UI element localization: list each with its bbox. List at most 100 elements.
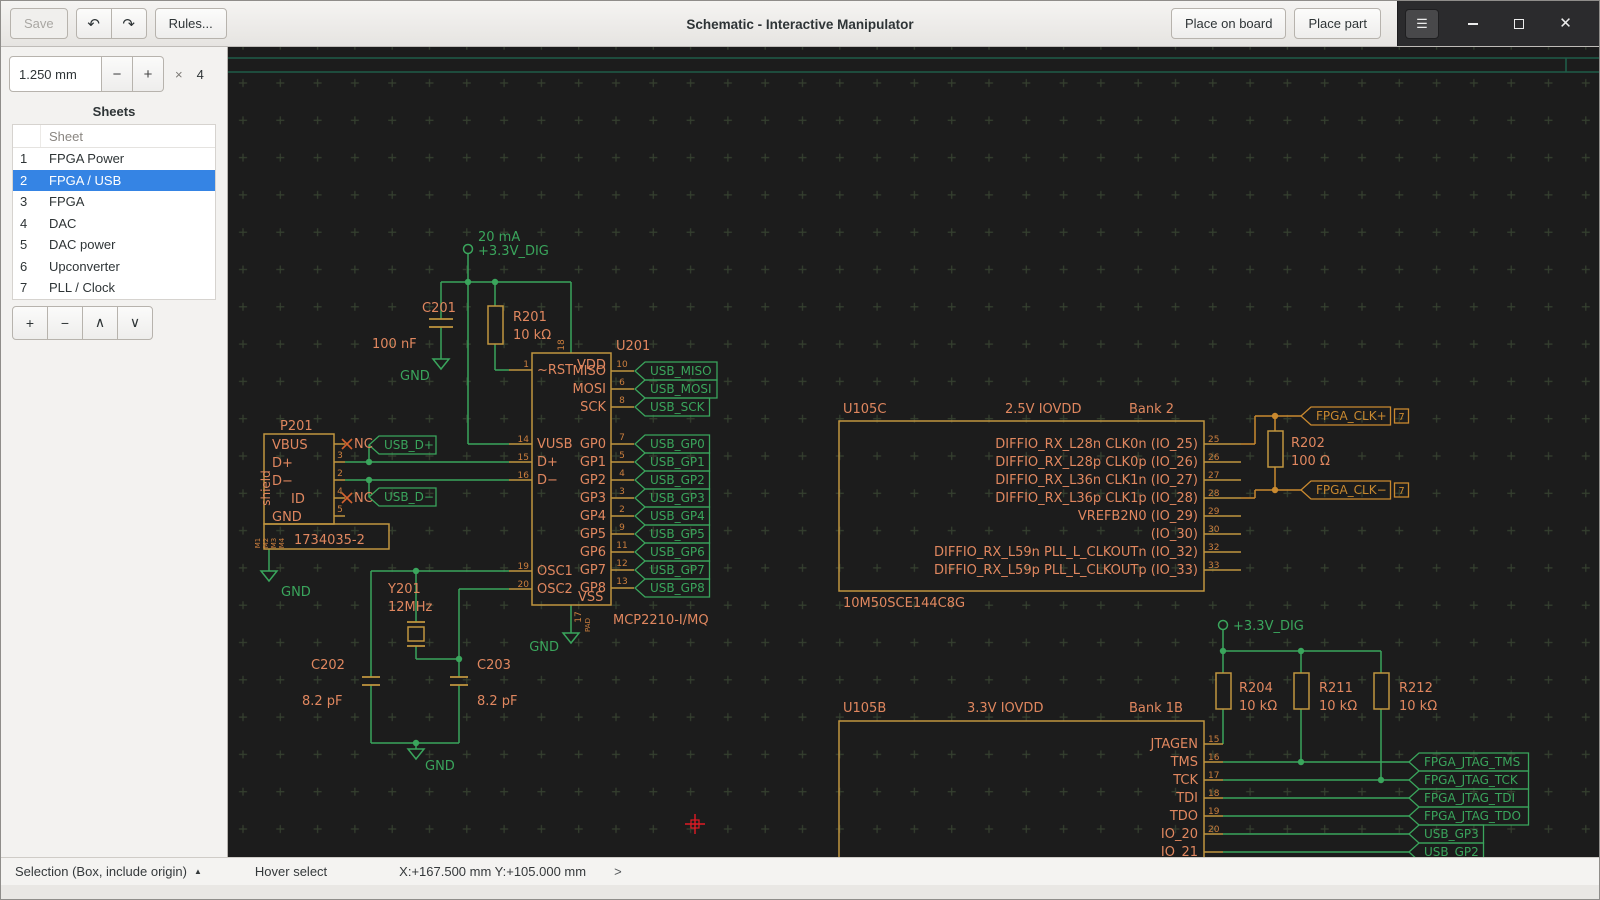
schematic-text: ID xyxy=(291,492,305,507)
app-window: Save ↶ ↷ Rules... Schematic - Interactiv… xyxy=(0,0,1600,900)
schematic-text: shield xyxy=(259,470,273,506)
sheet-row[interactable]: 2FPGA / USB xyxy=(13,170,215,192)
sheet-name-column-header[interactable]: Sheet xyxy=(41,129,83,144)
sheet-row[interactable]: 4DAC xyxy=(13,213,215,235)
schematic-text: GND xyxy=(400,369,430,384)
net-label-text: USB_GP2 xyxy=(650,473,705,487)
net-label-text: USB_GP1 xyxy=(650,455,705,469)
place-on-board-button[interactable]: Place on board xyxy=(1171,8,1286,39)
tool-indicator[interactable]: Selection (Box, include origin) xyxy=(15,864,187,879)
schematic-text: GP7 xyxy=(580,563,606,578)
sheet-row[interactable]: 3FPGA xyxy=(13,191,215,213)
schematic-text: JTAGEN xyxy=(1150,737,1198,752)
schematic-text: 32 xyxy=(1208,543,1219,553)
net-label-text: FPGA_CLK+ xyxy=(1316,409,1387,423)
rules-button[interactable]: Rules... xyxy=(155,8,227,39)
schematic-text: D+ xyxy=(537,455,558,470)
junction-dot xyxy=(366,459,372,465)
sheet-name: FPGA Power xyxy=(41,151,124,166)
schematic-text: C202 xyxy=(311,658,345,673)
sheets-table-header: Sheet xyxy=(13,125,215,148)
headerbar: Save ↶ ↷ Rules... Schematic - Interactiv… xyxy=(1,1,1599,47)
schematic-text: 19 xyxy=(518,562,530,572)
net-label-text: FPGA_JTAG_TMS xyxy=(1424,755,1520,769)
schematic-text: TDI xyxy=(1175,791,1198,806)
maximize-button[interactable] xyxy=(1506,11,1532,37)
minimize-button[interactable] xyxy=(1460,11,1486,37)
junction-dot xyxy=(1220,648,1226,654)
schematic-text: GND xyxy=(425,759,455,774)
grid-spacing-input[interactable] xyxy=(9,56,102,92)
schematic-text: TMS xyxy=(1170,755,1198,770)
schematic-text: M4 xyxy=(278,537,286,548)
sheet-row[interactable]: 6Upconverter xyxy=(13,256,215,278)
schematic-text: D+ xyxy=(272,456,293,471)
schematic-text: 4 xyxy=(337,487,343,497)
schematic-text: 27 xyxy=(1208,471,1219,481)
statusbar-chevron[interactable]: > xyxy=(614,864,622,879)
sheet-ref-text: 7 xyxy=(1398,412,1404,423)
remove-sheet-button[interactable]: − xyxy=(47,306,83,340)
schematic-text: R201 xyxy=(513,310,547,325)
undo-icon: ↶ xyxy=(87,16,100,33)
move-sheet-up-button[interactable]: ∧ xyxy=(82,306,118,340)
grid-increase-button[interactable]: + xyxy=(133,56,164,92)
sheet-row[interactable]: 1FPGA Power xyxy=(13,148,215,170)
sheet-index: 4 xyxy=(13,216,41,231)
junction-dot xyxy=(492,279,498,285)
schematic-text: 8.2 pF xyxy=(477,694,518,709)
schematic-text: GP5 xyxy=(580,527,606,542)
schematic-text: 20 xyxy=(518,580,530,590)
menu-button[interactable]: ☰ xyxy=(1405,9,1439,39)
schematic-text: 13 xyxy=(616,577,627,587)
tool-caret-icon[interactable]: ▲ xyxy=(194,867,202,876)
sheet-row[interactable]: 7PLL / Clock xyxy=(13,277,215,299)
sheet-list-buttons: +−∧∨ xyxy=(12,306,216,340)
grid-decrease-button[interactable]: − xyxy=(102,56,133,92)
schematic-text: 3 xyxy=(337,451,343,461)
schematic-text: Y201 xyxy=(387,582,421,597)
schematic-text: GND xyxy=(272,510,302,525)
main-area: − + × 4 Sheets Sheet 1FPGA Power2FPGA / … xyxy=(1,47,1599,857)
place-part-button[interactable]: Place part xyxy=(1294,8,1381,39)
undo-button[interactable]: ↶ xyxy=(76,8,112,39)
net-label-text: USB_GP6 xyxy=(650,545,705,559)
schematic-text: 10 kΩ xyxy=(1399,699,1437,714)
move-sheet-down-button[interactable]: ∨ xyxy=(117,306,153,340)
schematic-text: TDO xyxy=(1169,809,1198,824)
sheet-name: FPGA xyxy=(41,194,84,209)
add-sheet-button[interactable]: + xyxy=(12,306,48,340)
sheet-index: 3 xyxy=(13,194,41,209)
schematic-text: D− xyxy=(537,473,558,488)
schematic-text: 9 xyxy=(619,523,625,533)
schematic-text: VUSB xyxy=(537,437,573,452)
schematic-text: +3.3V_DIG xyxy=(1233,619,1304,634)
schematic-text: DIFFIO_RX_L36p CLK1p (IO_28) xyxy=(995,491,1198,506)
grid-multiplier-value[interactable]: 4 xyxy=(197,67,204,82)
schematic-text: 11 xyxy=(616,541,627,551)
net-label-text: USB_MOSI xyxy=(650,382,712,396)
schematic-text: C201 xyxy=(422,301,456,316)
cursor-coordinates: X:+167.500 mm Y:+105.000 mm xyxy=(399,864,586,879)
schematic-text: D− xyxy=(272,474,293,489)
schematic-text: MOSI xyxy=(572,382,606,397)
sheet-index: 7 xyxy=(13,280,41,295)
redo-button[interactable]: ↷ xyxy=(111,8,147,39)
sheet-index: 2 xyxy=(13,173,41,188)
schematic-text: 3.3V IOVDD xyxy=(967,701,1043,716)
schematic-canvas[interactable]: USB_MISOUSB_MOSIUSB_SCKUSB_GP0USB_GP1USB… xyxy=(228,47,1599,857)
sheet-row[interactable]: 5DAC power xyxy=(13,234,215,256)
schematic-text: 8 xyxy=(619,396,625,406)
junction-dot xyxy=(413,568,419,574)
sheet-ref-text: 7 xyxy=(1398,486,1404,497)
net-label-text: USB_GP3 xyxy=(650,491,705,505)
schematic-text: +3.3V_DIG xyxy=(478,244,549,259)
close-button[interactable]: ✕ xyxy=(1553,11,1579,37)
sheet-index-column-header xyxy=(13,125,41,147)
schematic-text: GP4 xyxy=(580,509,606,524)
schematic-svg[interactable]: USB_MISOUSB_MOSIUSB_SCKUSB_GP0USB_GP1USB… xyxy=(228,47,1599,857)
schematic-text: 10M50SCE144C8G xyxy=(843,596,965,611)
schematic-text: DIFFIO_RX_L59n PLL_L_CLKOUTn (IO_32) xyxy=(934,545,1198,560)
schematic-text: OSC1 xyxy=(537,564,573,579)
save-button[interactable]: Save xyxy=(10,8,68,39)
